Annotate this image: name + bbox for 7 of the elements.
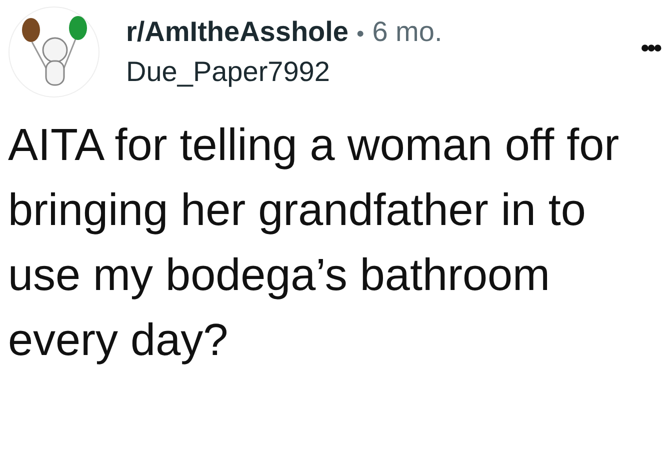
subreddit-avatar[interactable]	[8, 6, 100, 98]
author-name[interactable]: Due_Paper7992	[126, 56, 330, 88]
post-age: 6 mo.	[372, 16, 442, 48]
post-title: AITA for telling a woman off for bringing her grandfather in to use my bodega’s bathroom every day?	[8, 118, 620, 367]
more-options-button[interactable]: •••	[632, 35, 668, 63]
separator-dot: •	[356, 21, 364, 47]
subreddit-name[interactable]: r/AmItheAsshole	[126, 16, 348, 48]
